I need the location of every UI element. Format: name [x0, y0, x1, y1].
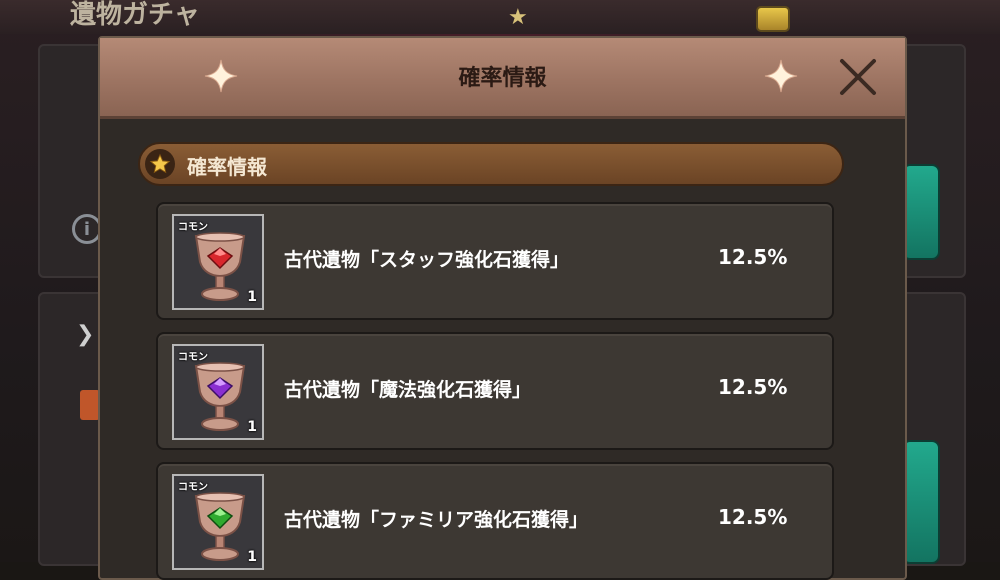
section-header: 確率情報: [138, 142, 844, 186]
section-title: 確率情報: [187, 155, 267, 179]
item-name: 古代遺物「魔法強化石獲得」: [284, 379, 532, 401]
background-star-icon: ★: [508, 5, 528, 30]
background-green-button: [902, 440, 940, 564]
goblet-icon: [194, 362, 246, 431]
item-count: 1: [247, 289, 257, 305]
arrow-icon: ❯: [76, 322, 95, 347]
coin-icon: [756, 6, 790, 32]
probability-dialog: 確率情報 確率情報 コモン 1 古代遺物「スタッフ強化石獲得」 12.5% コモ…: [98, 36, 907, 580]
item-frame[interactable]: コモン 1: [172, 344, 264, 440]
list-item: コモン 1 古代遺物「ファミリア強化石獲得」 12.5%: [156, 462, 834, 580]
item-rate: 12.5%: [718, 505, 788, 529]
item-count: 1: [247, 419, 257, 435]
item-frame[interactable]: コモン 1: [172, 474, 264, 570]
list-item: コモン 1 古代遺物「魔法強化石獲得」 12.5%: [156, 332, 834, 450]
star-icon: [145, 149, 175, 179]
list-item: コモン 1 古代遺物「スタッフ強化石獲得」 12.5%: [156, 202, 834, 320]
goblet-icon: [194, 492, 246, 561]
background-top-bar: 遺物ガチャ ★: [0, 0, 1000, 34]
background-green-button: [902, 164, 940, 260]
background-title: 遺物ガチャ: [70, 0, 200, 30]
close-icon[interactable]: [835, 54, 881, 100]
item-count: 1: [247, 549, 257, 565]
item-frame[interactable]: コモン 1: [172, 214, 264, 310]
goblet-icon: [194, 232, 246, 301]
item-name: 古代遺物「スタッフ強化石獲得」: [284, 249, 570, 271]
sparkle-icon: [764, 59, 798, 93]
item-name: 古代遺物「ファミリア強化石獲得」: [284, 509, 589, 531]
dialog-header: 確率情報: [100, 38, 905, 119]
item-rate: 12.5%: [718, 245, 788, 269]
item-rate: 12.5%: [718, 375, 788, 399]
gift-icon: [80, 390, 100, 420]
